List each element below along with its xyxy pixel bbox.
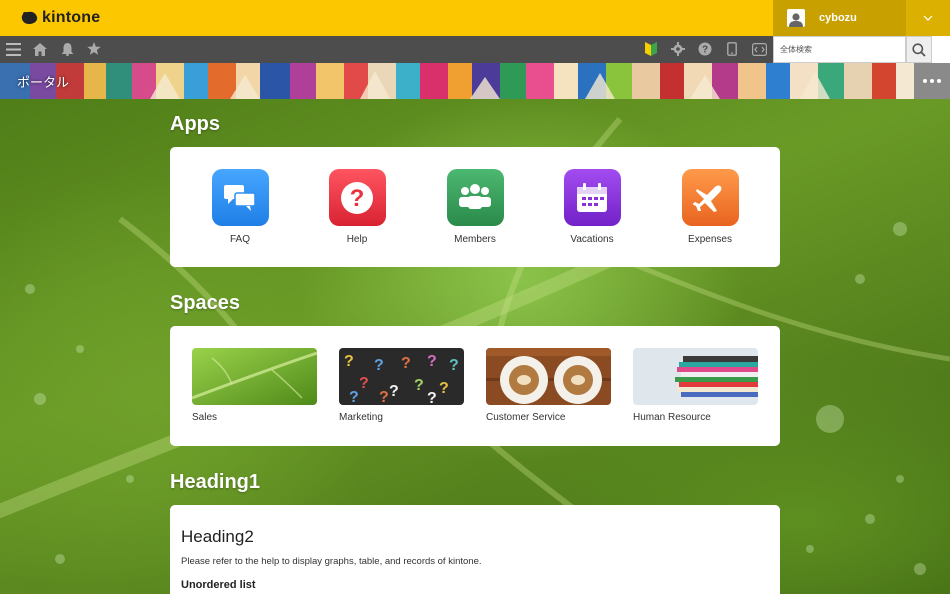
content-description: Please refer to the help to display grap… (181, 556, 482, 567)
space-label: Human Resource (633, 412, 711, 423)
space-label: Sales (192, 412, 218, 423)
space-label: Customer Service (486, 412, 566, 423)
space-marketing[interactable]: ???????????? Marketing (339, 348, 464, 423)
dot-icon (930, 79, 934, 83)
app-members[interactable]: Members (435, 169, 515, 245)
home-icon[interactable] (32, 41, 48, 57)
spaces-card: Sales ???????????? Marketing Customer Se… (170, 326, 780, 446)
search-icon (912, 42, 926, 57)
user-menu[interactable]: cybozu (773, 0, 906, 36)
space-thumbnail-leaf (192, 348, 317, 405)
svg-text:?: ? (344, 353, 354, 370)
top-header: kintone cybozu (0, 0, 950, 36)
chat-bubbles-icon (211, 169, 269, 226)
logo-text: kintone (42, 9, 101, 26)
bell-icon[interactable] (59, 41, 75, 57)
chevron-down-icon (923, 15, 933, 21)
svg-text:?: ? (359, 375, 369, 392)
app-label: Expenses (688, 234, 732, 245)
svg-text:?: ? (401, 355, 411, 372)
app-label: Help (346, 234, 368, 245)
global-search (773, 36, 906, 63)
svg-text:?: ? (427, 390, 437, 405)
content-card: Heading2 Please refer to the help to dis… (170, 505, 780, 594)
user-silhouette-icon (789, 13, 803, 27)
star-icon[interactable] (86, 41, 102, 57)
space-customer-service[interactable]: Customer Service (486, 348, 611, 423)
user-name: cybozu (819, 12, 857, 24)
svg-text:?: ? (389, 383, 399, 400)
mobile-icon[interactable] (724, 41, 740, 57)
app-label: Vacations (570, 234, 614, 245)
app-faq[interactable]: FAQ (200, 169, 280, 245)
help-icon[interactable]: ? (697, 41, 713, 57)
people-icon (446, 169, 504, 226)
avatar (787, 9, 805, 27)
space-human-resource[interactable]: Human Resource (633, 348, 758, 423)
svg-text:?: ? (439, 380, 449, 397)
search-button[interactable] (906, 36, 932, 63)
svg-text:?: ? (374, 357, 384, 374)
question-icon: ? (328, 169, 386, 226)
svg-text:?: ? (349, 389, 359, 405)
portal-title: ポータル (17, 75, 70, 90)
airplane-icon (681, 169, 739, 226)
calendar-icon (563, 169, 621, 226)
code-icon[interactable] (751, 41, 767, 57)
svg-text:?: ? (449, 357, 459, 374)
apps-heading: Apps (170, 113, 220, 135)
menu-icon[interactable] (5, 41, 21, 57)
space-thumbnail-notebooks (633, 348, 758, 405)
spaces-heading: Spaces (170, 292, 241, 314)
unordered-list-heading: Unordered list (181, 579, 256, 591)
app-vacations[interactable]: Vacations (552, 169, 632, 245)
apps-card: FAQ ? Help Members Vacations Expenses (170, 147, 780, 267)
app-help[interactable]: ? Help (317, 169, 397, 245)
dot-icon (937, 79, 941, 83)
kintone-logo[interactable]: kintone (20, 9, 100, 27)
dot-icon (923, 79, 927, 83)
user-dropdown-button[interactable] (906, 0, 950, 36)
app-label: FAQ (229, 234, 250, 245)
svg-text:?: ? (379, 389, 389, 405)
space-thumbnail-question-marks: ???????????? (339, 348, 464, 405)
space-thumbnail-coffee (486, 348, 611, 405)
svg-text:?: ? (350, 185, 365, 212)
gear-icon[interactable] (670, 41, 686, 57)
heading2: Heading2 (181, 527, 254, 546)
colored-pencils-banner-image (0, 63, 950, 99)
svg-text:?: ? (702, 45, 708, 56)
app-expenses[interactable]: Expenses (670, 169, 750, 245)
portal-more-options-button[interactable] (914, 63, 950, 99)
svg-text:?: ? (427, 353, 437, 370)
kintone-logo-mark (21, 11, 38, 24)
app-label: Members (454, 234, 496, 245)
portal-banner: ポータル (0, 63, 950, 99)
space-label: Marketing (339, 412, 383, 423)
svg-text:?: ? (414, 377, 424, 394)
search-input[interactable] (780, 45, 900, 54)
space-sales[interactable]: Sales (192, 348, 317, 423)
heading1: Heading1 (170, 471, 261, 493)
beginner-mark-icon[interactable] (643, 41, 659, 57)
